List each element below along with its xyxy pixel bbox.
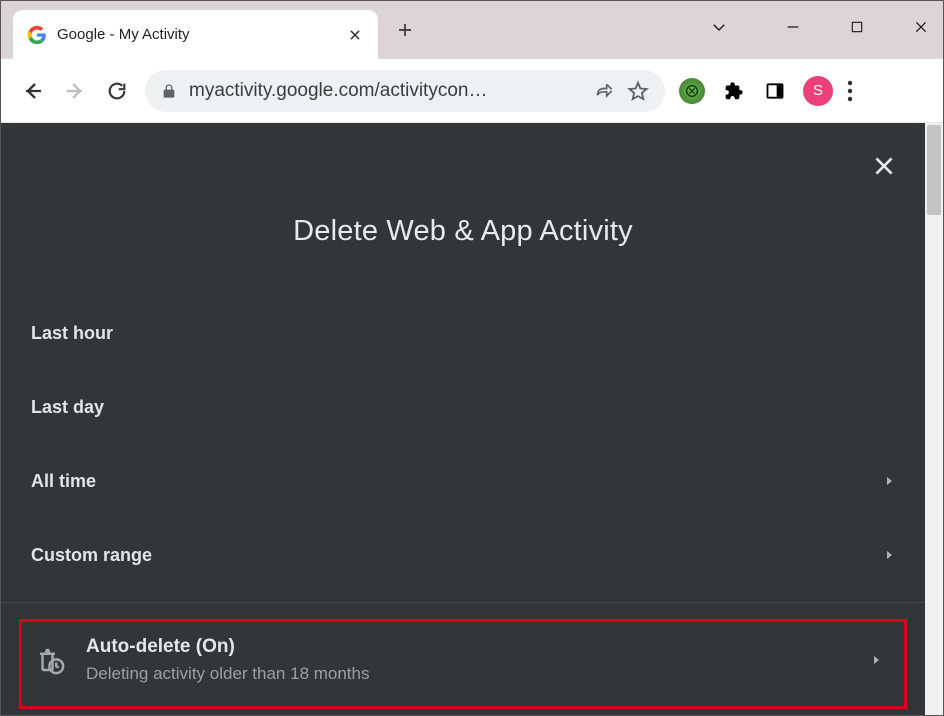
omnibox[interactable]: myactivity.google.com/activitycon… bbox=[145, 70, 665, 112]
option-label: Last day bbox=[31, 397, 104, 418]
avatar-initial: S bbox=[813, 82, 823, 99]
window-close-button[interactable] bbox=[911, 17, 931, 37]
tab-close-icon[interactable] bbox=[346, 26, 364, 44]
tab-title: Google - My Activity bbox=[57, 26, 336, 43]
window-controls bbox=[709, 7, 943, 47]
nav-back-button[interactable] bbox=[19, 77, 47, 105]
nav-reload-button[interactable] bbox=[103, 77, 131, 105]
option-label: Last hour bbox=[31, 323, 113, 344]
option-label: All time bbox=[31, 471, 96, 492]
dialog-close-icon[interactable] bbox=[869, 151, 899, 181]
lock-icon bbox=[161, 83, 177, 99]
browser-tab[interactable]: Google - My Activity bbox=[13, 10, 378, 59]
profile-avatar[interactable]: S bbox=[803, 76, 833, 106]
browser-toolbar: myactivity.google.com/activitycon… S bbox=[1, 59, 943, 123]
option-all-time[interactable]: All time bbox=[1, 444, 925, 518]
page-content: Delete Web & App Activity Last hour Last… bbox=[1, 123, 925, 715]
delete-options-list: Last hour Last day All time Custom range bbox=[1, 296, 925, 592]
divider bbox=[1, 602, 925, 603]
auto-delete-title: Auto-delete (On) bbox=[86, 636, 370, 658]
window-minimize-button[interactable] bbox=[783, 17, 803, 37]
bookmark-star-icon[interactable] bbox=[627, 80, 649, 102]
option-label: Custom range bbox=[31, 545, 152, 566]
auto-delete-icon bbox=[28, 645, 72, 675]
new-tab-button[interactable] bbox=[392, 17, 418, 43]
vertical-scrollbar[interactable] bbox=[925, 123, 943, 715]
chevron-right-icon bbox=[883, 547, 895, 563]
auto-delete-subtitle: Deleting activity older than 18 months bbox=[86, 664, 370, 684]
option-custom-range[interactable]: Custom range bbox=[1, 518, 925, 592]
nav-forward-button[interactable] bbox=[61, 77, 89, 105]
page-title: Delete Web & App Activity bbox=[1, 215, 925, 248]
tab-search-dropdown-icon[interactable] bbox=[709, 17, 729, 37]
omnibox-url: myactivity.google.com/activitycon… bbox=[189, 80, 583, 102]
auto-delete-texts: Auto-delete (On) Deleting activity older… bbox=[86, 636, 370, 684]
chevron-right-icon bbox=[883, 473, 895, 489]
google-favicon bbox=[27, 25, 47, 45]
option-last-day[interactable]: Last day bbox=[1, 370, 925, 444]
chrome-menu-icon[interactable] bbox=[847, 80, 861, 102]
side-panel-icon[interactable] bbox=[761, 77, 789, 105]
auto-delete-row[interactable]: Auto-delete (On) Deleting activity older… bbox=[19, 619, 907, 709]
extension-green-icon[interactable] bbox=[679, 78, 705, 104]
chevron-right-icon bbox=[870, 652, 882, 668]
share-icon[interactable] bbox=[595, 81, 615, 101]
extensions-puzzle-icon[interactable] bbox=[719, 77, 747, 105]
window-maximize-button[interactable] bbox=[847, 17, 867, 37]
option-last-hour[interactable]: Last hour bbox=[1, 296, 925, 370]
scrollbar-thumb[interactable] bbox=[927, 125, 941, 215]
content-wrap: Delete Web & App Activity Last hour Last… bbox=[1, 123, 943, 715]
window-titlebar: Google - My Activity bbox=[1, 1, 943, 59]
